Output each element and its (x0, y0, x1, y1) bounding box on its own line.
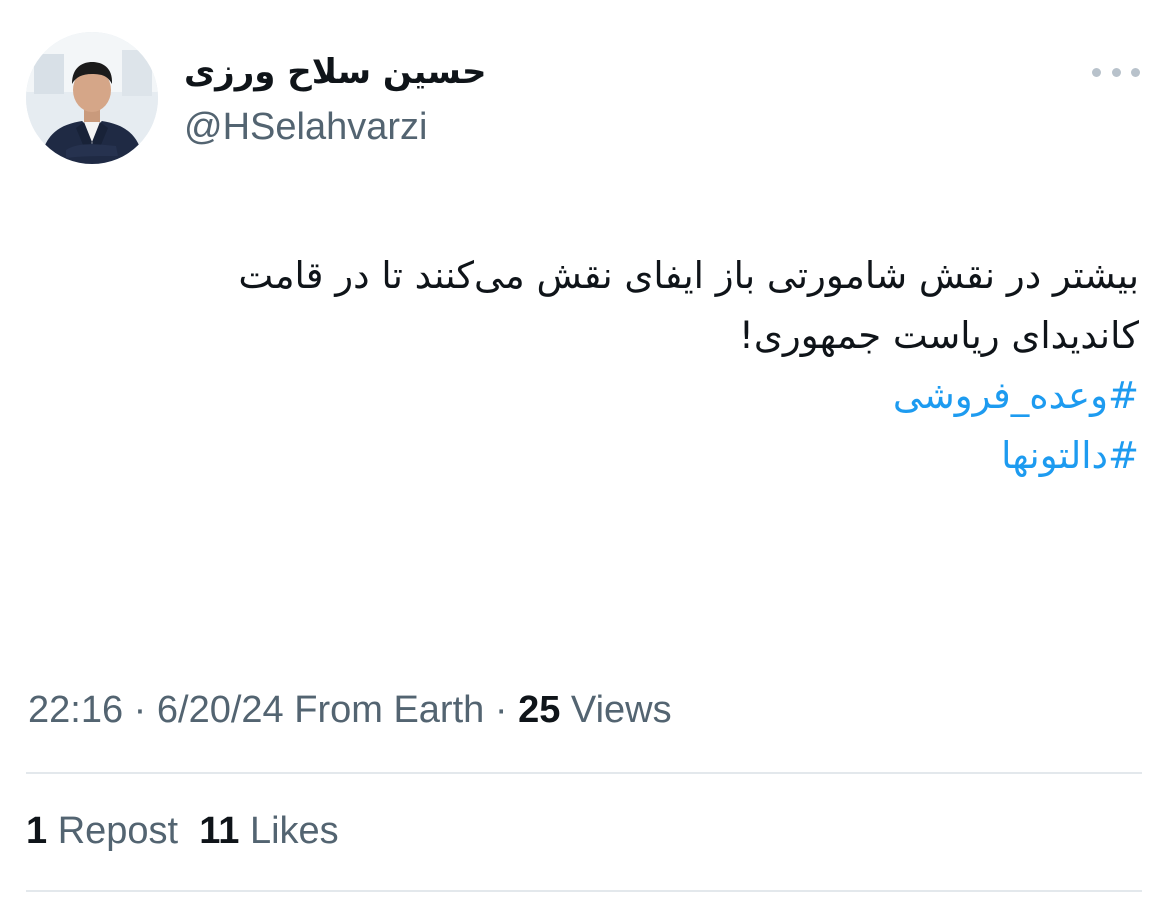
hashtag-link[interactable]: #وعده_فروشی (19, 366, 1139, 426)
more-horizontal-icon-dot (1131, 67, 1140, 77)
meta-separator: · (494, 689, 508, 731)
likes-count: 11 (199, 810, 240, 852)
author-handle[interactable]: @HSelahvarzi (184, 103, 427, 151)
author-display-name[interactable]: حسین سلاح ورزی (184, 50, 486, 94)
tweet-source: From Earth (294, 689, 485, 731)
more-options-button[interactable] (1092, 58, 1140, 86)
hashtag-link[interactable]: #دالتونها (19, 426, 1139, 486)
reposts-count: 1 (26, 810, 48, 852)
reposts-label: Repost (57, 810, 179, 852)
views-label: Views (570, 689, 672, 731)
more-horizontal-icon-dot (1111, 67, 1121, 77)
tweet-meta: 22:16 · 6/20/24 From Earth · 25 Views (28, 686, 672, 734)
divider (26, 772, 1142, 774)
views-count: 25 (518, 689, 561, 731)
tweet-date[interactable]: 6/20/24 (157, 689, 284, 731)
engagement-stats: 1 Repost 11 Likes (26, 807, 339, 855)
more-horizontal-icon (1092, 67, 1101, 77)
tweet-text: بیشتر در نقش شامورتی باز ایفای نقش می‌کن… (19, 246, 1139, 486)
tweet-time[interactable]: 22:16 (28, 689, 123, 731)
divider (26, 890, 1142, 892)
tweet-card: حسین سلاح ورزی @HSelahvarzi بیشتر در نقش… (0, 0, 1169, 912)
likes-link[interactable]: 11 Likes (199, 810, 338, 852)
tweet-text-line: کاندیدای ریاست جمهوری! (739, 314, 1139, 357)
avatar-photo (26, 32, 158, 164)
likes-label: Likes (249, 810, 339, 852)
avatar[interactable] (26, 32, 158, 164)
reposts-link[interactable]: 1 Repost (26, 810, 178, 852)
meta-separator: · (133, 689, 147, 731)
tweet-text-line: بیشتر در نقش شامورتی باز ایفای نقش می‌کن… (238, 254, 1139, 297)
